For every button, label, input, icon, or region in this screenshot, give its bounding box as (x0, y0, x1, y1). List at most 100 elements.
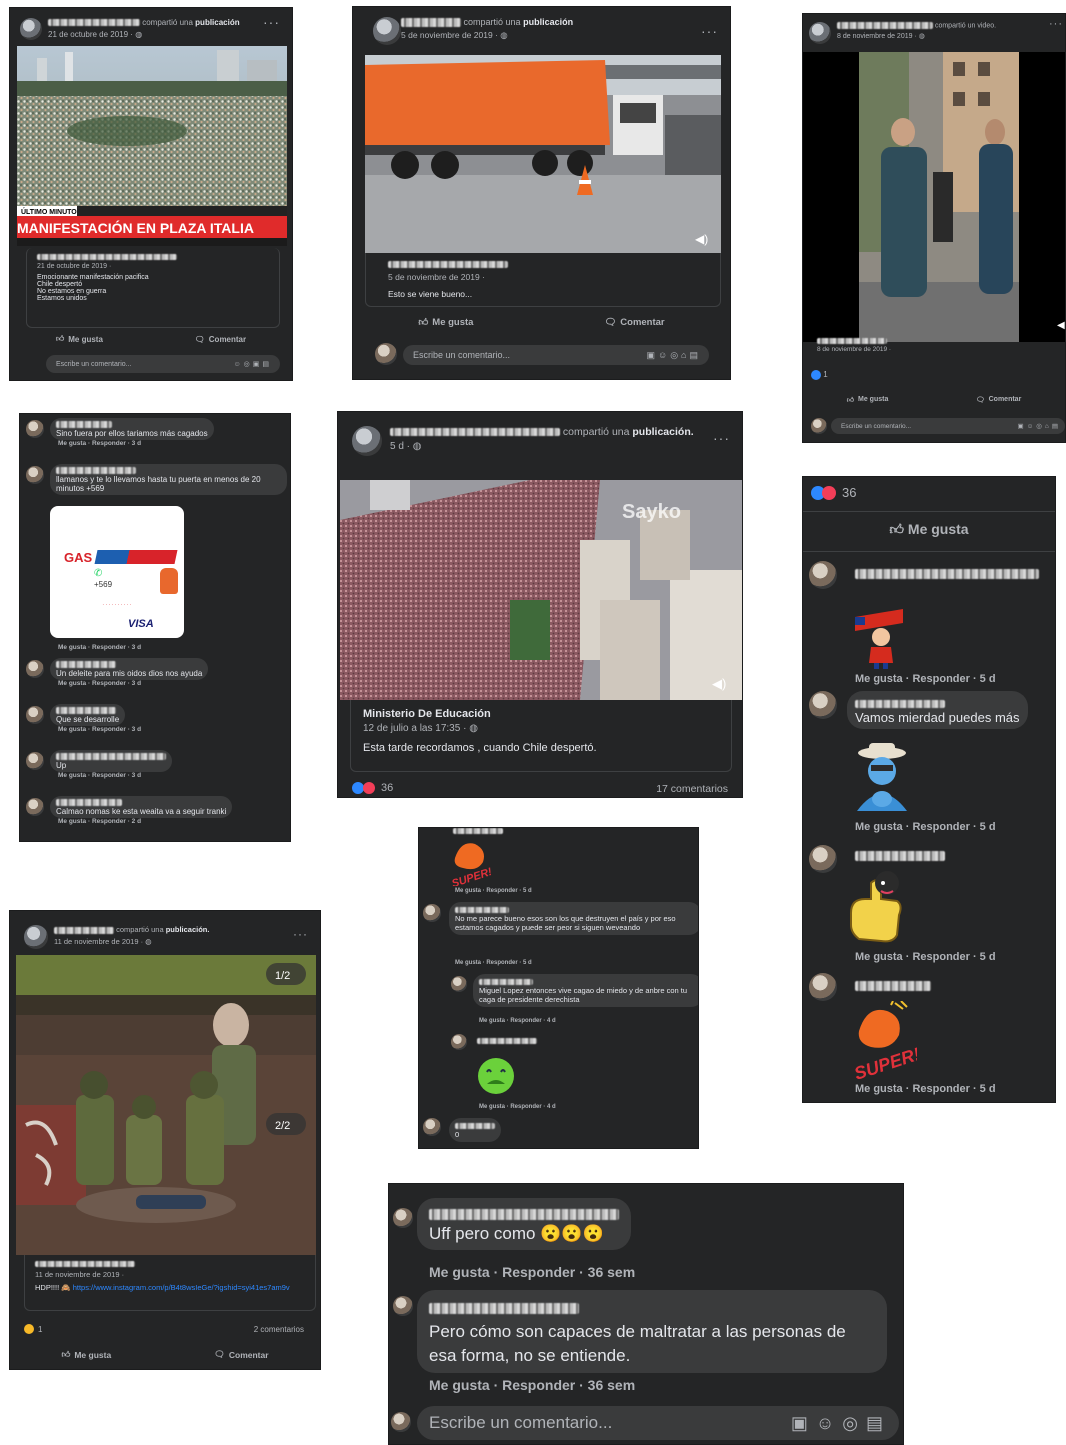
volume-icon[interactable]: ◀) (712, 676, 726, 691)
comment-actions[interactable]: Me gusta · Responder · 5 d (455, 960, 532, 966)
shared-author-blurred[interactable] (35, 1261, 135, 1268)
comments-count-link[interactable]: 2 comentarios (254, 1325, 304, 1334)
comment-avatar[interactable] (809, 973, 837, 1001)
comment-actions[interactable]: Me gusta · Responder · 36 sem (429, 1264, 635, 1280)
source-date[interactable]: 12 de julio a las 17:35 · (363, 723, 469, 734)
comment-avatar[interactable] (26, 706, 44, 724)
comment-actions[interactable]: Me gusta · Responder · 4 d (479, 1104, 556, 1110)
comment-avatar[interactable] (26, 466, 44, 484)
commenter-name-blurred[interactable] (429, 1209, 619, 1221)
comment-avatar[interactable] (26, 798, 44, 816)
post-date[interactable]: 21 de octubre de 2019 · (48, 30, 135, 39)
author-name-blurred[interactable] (54, 926, 114, 934)
post-video-truck[interactable]: ◀) (365, 55, 721, 253)
source-page-name[interactable]: Ministerio De Educación (363, 708, 719, 720)
comment-actions[interactable]: Me gusta · Responder · 3 d (58, 440, 290, 447)
author-name-blurred[interactable] (837, 22, 933, 29)
like-button[interactable]: 👍︎ Me gusta (418, 316, 473, 329)
shared-author-blurred[interactable] (817, 338, 887, 345)
commenter-name-blurred[interactable] (479, 979, 533, 986)
comment-actions[interactable]: Me gusta · Responder · 36 sem (429, 1377, 635, 1393)
reaction-summary[interactable]: 36 (811, 485, 856, 500)
commenter-name-blurred[interactable] (56, 467, 136, 475)
author-name-blurred[interactable] (48, 19, 140, 27)
comment-avatar[interactable] (423, 904, 441, 922)
post-video-aerial[interactable]: Sayko ◀) (340, 480, 742, 700)
commenter-name-blurred[interactable] (429, 1303, 579, 1315)
commenter-name-blurred[interactable] (855, 699, 945, 708)
comment-input[interactable]: Escribe un comentario... ▣☺◎▤ (417, 1406, 899, 1440)
comment-actions[interactable]: Me gusta · Responder · 3 d (58, 680, 290, 687)
shared-post-card[interactable]: 21 de octubre de 2019 · Emocionante mani… (26, 248, 280, 328)
post-image-crowd[interactable]: ÚLTIMO MINUTO MANIFESTACIÓN EN PLAZA ITA… (17, 46, 287, 246)
comment-avatar[interactable] (26, 420, 44, 438)
post-date[interactable]: 8 de noviembre de 2019 · (837, 33, 919, 40)
author-name-blurred[interactable] (401, 18, 461, 28)
avatar[interactable] (24, 925, 48, 949)
comment-input[interactable]: Escribe un comentario... ▣☺◎⌂▤ (831, 418, 1065, 434)
more-options-icon[interactable]: ··· (263, 14, 280, 30)
comment-button[interactable]: 🗨︎ Comentar (976, 395, 1022, 404)
reaction-summary[interactable]: 36 (352, 782, 393, 794)
author-name-blurred[interactable] (390, 428, 560, 437)
like-button[interactable]: 👍︎ Me gusta (803, 521, 1055, 538)
avatar[interactable] (373, 17, 401, 45)
post-date[interactable]: 11 de noviembre de 2019 · (54, 937, 145, 946)
volume-icon[interactable]: ◀ (1057, 320, 1065, 331)
more-options-icon[interactable]: ··· (701, 23, 718, 39)
like-button[interactable]: 👍︎ Me gusta (847, 395, 889, 404)
shared-post-card[interactable]: 5 de noviembre de 2019 · Esto se viene b… (365, 253, 721, 307)
more-options-icon[interactable]: ··· (713, 430, 730, 446)
shared-date[interactable]: 11 de noviembre de 2019 · (35, 1270, 305, 1279)
input-icons[interactable]: ▣☺◎⌂▤ (647, 350, 702, 361)
like-button[interactable]: 👍︎ Me gusta (56, 334, 103, 344)
more-options-icon[interactable]: ··· (1049, 18, 1063, 30)
commenter-name-blurred[interactable] (855, 569, 1039, 579)
input-icons[interactable]: ▣☺◎⌂▤ (1017, 422, 1061, 430)
volume-icon[interactable]: ◀) (695, 232, 708, 246)
commenter-name-blurred[interactable] (477, 1038, 537, 1044)
commenter-name-blurred[interactable] (56, 753, 166, 761)
comment-actions[interactable]: Me gusta · Responder · 5 d (855, 673, 996, 685)
commenter-name-blurred[interactable] (453, 828, 503, 834)
commenter-name-blurred[interactable] (455, 1123, 495, 1130)
comment-avatar[interactable] (809, 561, 837, 589)
commenter-name-blurred[interactable] (56, 421, 112, 429)
user-avatar[interactable] (811, 418, 827, 434)
commenter-name-blurred[interactable] (855, 981, 931, 991)
comment-avatar[interactable] (451, 1034, 467, 1050)
comment-avatar[interactable] (809, 845, 837, 873)
comment-actions[interactable]: Me gusta · Responder · 3 d (58, 726, 290, 733)
shared-date[interactable]: 8 de noviembre de 2019 · (817, 346, 891, 353)
comment-actions[interactable]: Me gusta · Responder · 2 d (58, 818, 290, 825)
commenter-name-blurred[interactable] (56, 661, 116, 669)
commenter-name-blurred[interactable] (455, 907, 509, 914)
input-icons[interactable]: ☺◎▣▤ (234, 360, 272, 368)
post-date[interactable]: 5 d · (390, 441, 413, 452)
comment-input[interactable]: Escribe un comentario... ▣☺◎⌂▤ (403, 345, 709, 365)
comment-actions[interactable]: Me gusta · Responder · 5 d (455, 888, 532, 894)
comment-actions[interactable]: Me gusta · Responder · 4 d (479, 1018, 556, 1024)
shared-author-blurred[interactable] (37, 254, 177, 261)
shared-post-info[interactable]: 8 de noviembre de 2019 · (817, 338, 891, 353)
avatar[interactable] (20, 18, 42, 40)
comment-input[interactable]: Escribe un comentario... ☺◎▣▤ (46, 355, 280, 373)
post-image-police[interactable]: 1/2 2/2 (16, 955, 316, 1255)
user-avatar[interactable] (391, 1412, 411, 1432)
comment-avatar[interactable] (26, 752, 44, 770)
comment-avatar[interactable] (26, 660, 44, 678)
commenter-name-blurred[interactable] (56, 799, 122, 807)
comment-actions[interactable]: Me gusta · Responder · 5 d (855, 1083, 996, 1095)
comment-button[interactable]: 🗨︎ Comentar (195, 334, 247, 344)
ad-image[interactable]: GAS ✆ +569 · · · · · · · · · · VISA (50, 506, 184, 638)
comment-avatar[interactable] (809, 691, 837, 719)
comment-actions[interactable]: Me gusta · Responder · 5 d (855, 951, 996, 963)
more-options-icon[interactable]: ··· (293, 927, 308, 941)
comment-button[interactable]: 🗨︎ Comentar (214, 1349, 268, 1360)
post-video-street[interactable]: ◀ (803, 52, 1065, 342)
shared-post-card[interactable]: Ministerio De Educación 12 de julio a la… (350, 700, 732, 772)
shared-author-blurred[interactable] (388, 261, 508, 269)
input-icons[interactable]: ▣☺◎▤ (791, 1413, 891, 1434)
comment-avatar[interactable] (451, 976, 467, 992)
comment-avatar[interactable] (423, 1118, 441, 1136)
